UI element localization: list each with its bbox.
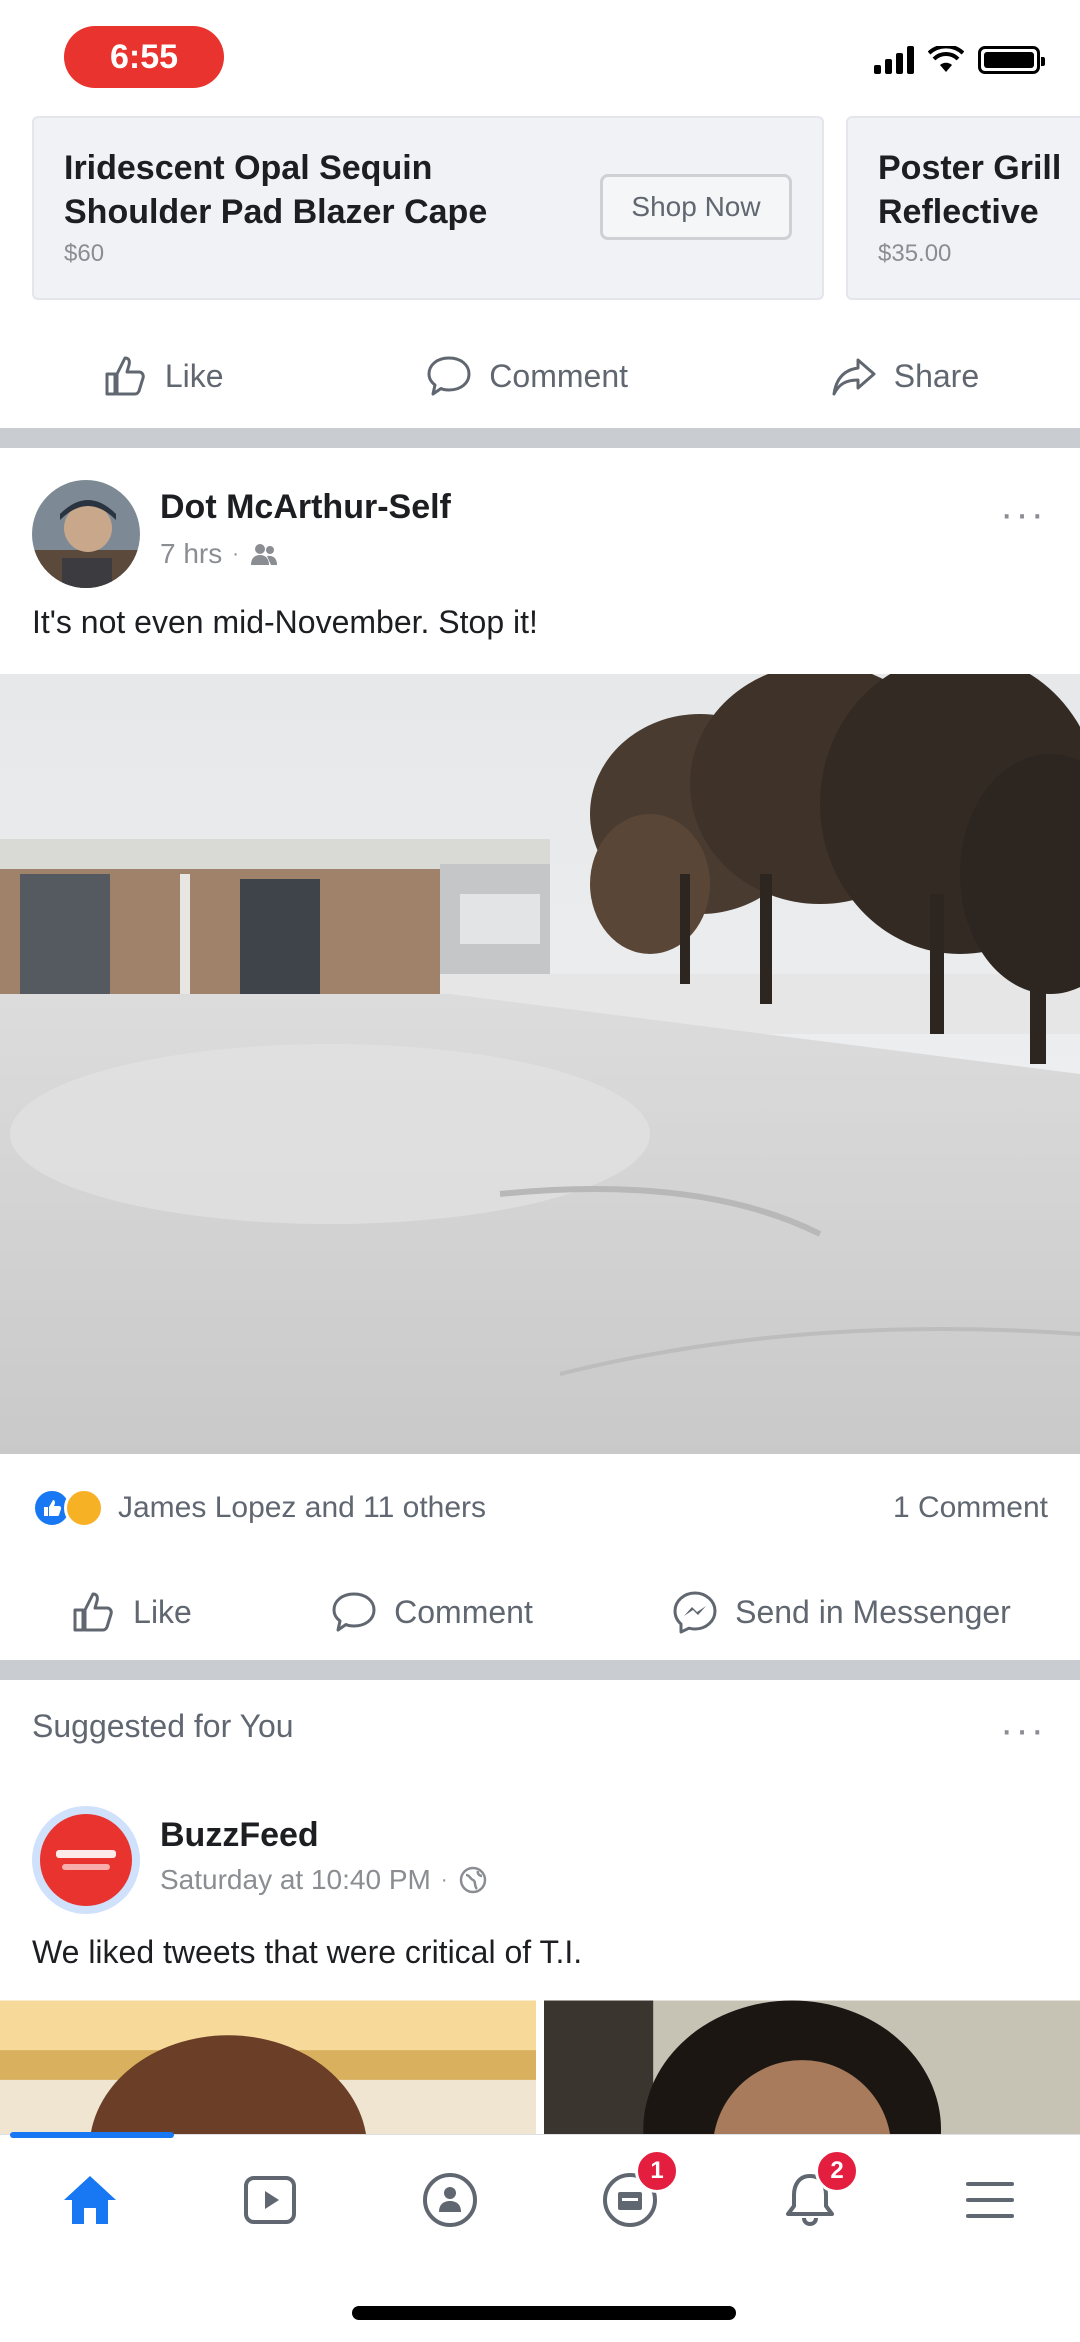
profile-photo: [32, 480, 140, 588]
product-carousel[interactable]: Iridescent Opal Sequin Shoulder Pad Blaz…: [0, 116, 1080, 300]
like-label: Like: [133, 1593, 192, 1630]
comment-icon: [427, 356, 471, 396]
post-text: It's not even mid-November. Stop it!: [32, 604, 538, 640]
status-bar: 6:55: [0, 0, 1080, 110]
messenger-icon: [673, 1591, 717, 1634]
send-in-messenger-button[interactable]: Send in Messenger: [671, 1588, 1011, 1636]
product-title: Poster Grill Reflective: [878, 149, 1062, 231]
person-photo-left: [0, 2000, 536, 2140]
reactions-text: James Lopez and 11 others: [118, 1491, 487, 1524]
author-avatar[interactable]: [32, 480, 140, 588]
groups-icon: [423, 2172, 477, 2227]
suggested-meta: Saturday at 10:40 PM ·: [160, 1864, 488, 1896]
post-meta: 7 hrs ·: [160, 538, 279, 570]
comment-button[interactable]: Comment: [425, 352, 628, 400]
suggested-options-button[interactable]: ···: [1000, 1710, 1046, 1750]
active-tab-indicator: [10, 2132, 174, 2138]
send-label: Send in Messenger: [735, 1593, 1011, 1630]
post-action-bar: Like Comment Send in Messenger: [0, 1572, 1080, 1652]
post-time: 7 hrs: [160, 538, 223, 569]
share-label: Share: [893, 357, 980, 394]
post-author-name[interactable]: Dot McArthur-Self: [160, 488, 451, 527]
person-photo-right: [544, 2000, 1080, 2140]
cellular-signal-icon: [874, 46, 914, 74]
tab-groups[interactable]: [405, 2155, 495, 2245]
like-button[interactable]: Like: [69, 1588, 192, 1636]
product-title: Iridescent Opal Sequin Shoulder Pad Blaz…: [64, 149, 488, 231]
reactions-summary[interactable]: James Lopez and 11 others 1 Comment: [32, 1480, 1048, 1536]
status-time[interactable]: 6:55: [64, 26, 224, 88]
notifications-badge: 2: [815, 2148, 859, 2193]
shop-now-button[interactable]: Shop Now: [600, 174, 792, 240]
like-button[interactable]: Like: [101, 352, 224, 400]
menu-hamburger-icon: [966, 2181, 1014, 2218]
share-button[interactable]: Share: [830, 352, 979, 400]
post-photo[interactable]: [0, 674, 1080, 1454]
tab-marketplace[interactable]: 1: [585, 2148, 679, 2245]
ad-action-bar: Like Comment Share: [0, 336, 1080, 416]
share-icon: [832, 358, 876, 396]
suggested-time: Saturday at 10:40 PM: [160, 1864, 431, 1895]
haha-reaction-icon: [64, 1488, 104, 1528]
marketplace-badge: 1: [635, 2148, 679, 2193]
feed-separator: [0, 428, 1080, 448]
public-globe-icon: [459, 1866, 486, 1894]
page-avatar[interactable]: [32, 1806, 140, 1914]
status-icons: [874, 46, 1045, 74]
suggested-post-images[interactable]: [0, 2000, 1080, 2140]
product-card[interactable]: Poster Grill Reflective $35.00: [846, 116, 1080, 300]
comment-button[interactable]: Comment: [330, 1588, 533, 1636]
product-price: $35.00: [878, 240, 952, 267]
snowy-yard-photo: [0, 674, 1080, 1454]
tab-home[interactable]: [45, 2155, 135, 2245]
tab-menu[interactable]: [945, 2155, 1035, 2245]
product-card[interactable]: Iridescent Opal Sequin Shoulder Pad Blaz…: [32, 116, 824, 300]
suggested-section-title: Suggested for You: [32, 1708, 294, 1744]
like-icon: [105, 356, 145, 396]
battery-icon: [978, 46, 1045, 74]
comment-label: Comment: [394, 1593, 533, 1630]
suggested-post-text: We liked tweets that were critical of T.…: [32, 1934, 583, 1970]
tab-watch[interactable]: [225, 2155, 315, 2245]
post-options-button[interactable]: ···: [1000, 494, 1046, 534]
buzzfeed-logo: [40, 1814, 132, 1906]
friends-icon: [250, 544, 277, 565]
watch-icon: [244, 2175, 296, 2224]
home-indicator[interactable]: [352, 2306, 736, 2320]
home-icon: [64, 2175, 116, 2224]
tab-notifications[interactable]: 2: [765, 2148, 859, 2245]
like-icon: [73, 1592, 113, 1632]
feed-separator: [0, 1660, 1080, 1680]
like-label: Like: [164, 357, 224, 394]
comment-label: Comment: [489, 357, 628, 394]
suggested-page-name[interactable]: BuzzFeed: [160, 1816, 319, 1855]
bottom-tab-bar: 1 2: [0, 2132, 1080, 2264]
wifi-icon: [928, 46, 964, 72]
product-price: $60: [64, 240, 105, 267]
comments-count-link[interactable]: 1 Comment: [893, 1491, 1048, 1525]
comment-icon: [332, 1592, 376, 1632]
